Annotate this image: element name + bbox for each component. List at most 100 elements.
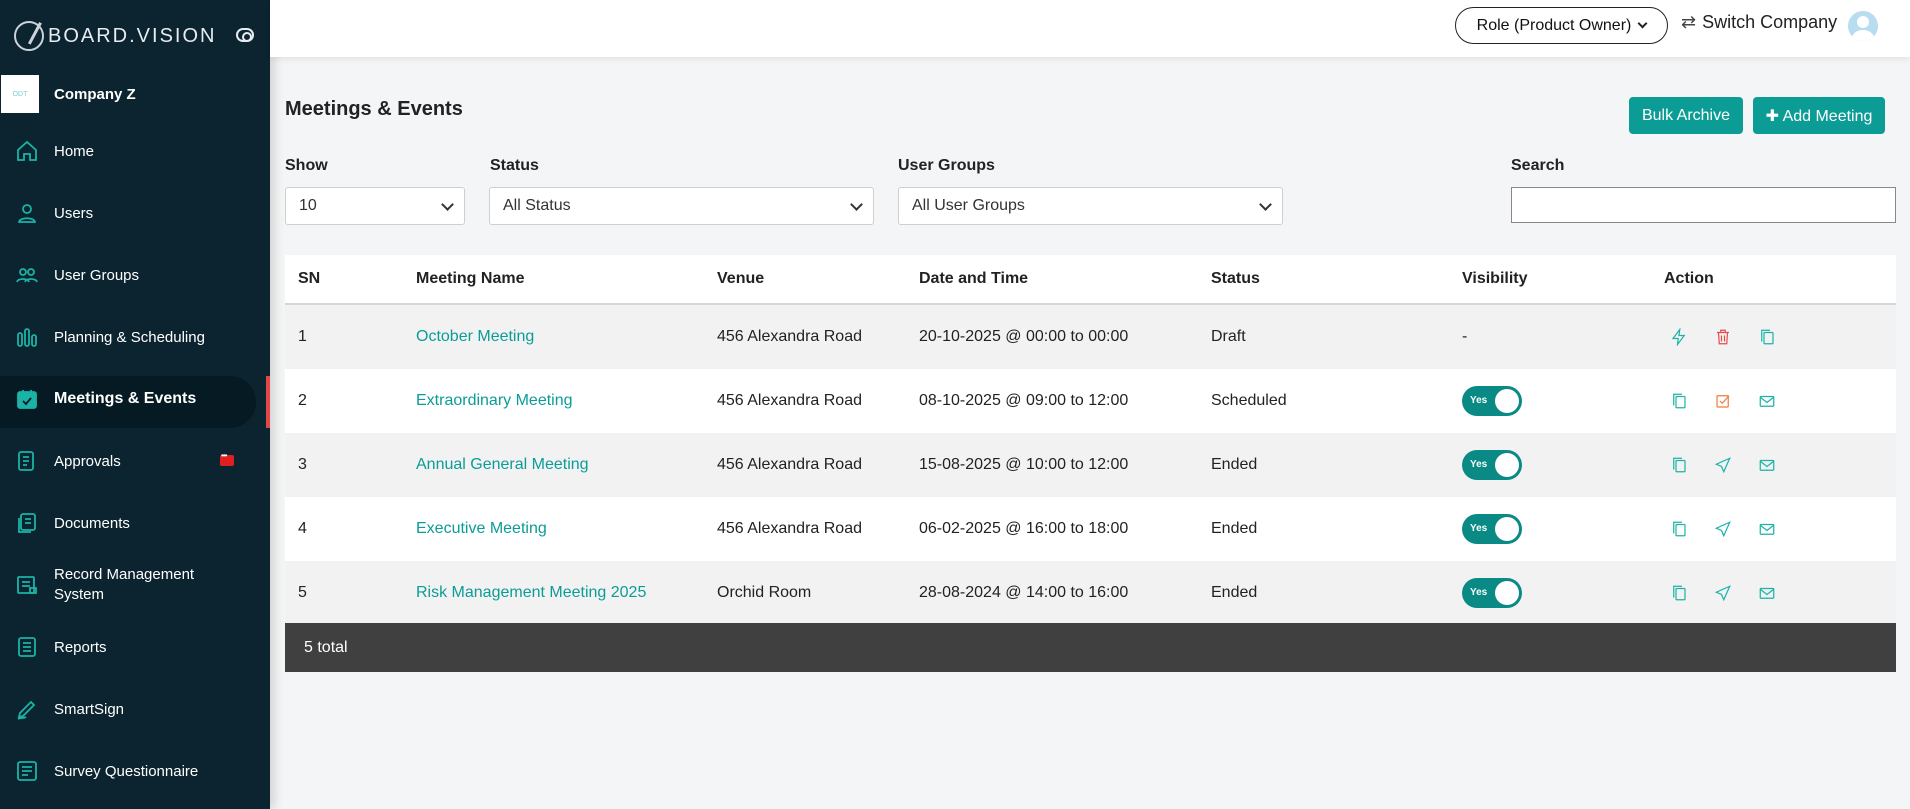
sidebar-item-label: Users: [54, 204, 94, 222]
header-venue[interactable]: Venue: [717, 270, 919, 288]
switch-company-button[interactable]: ⇄ Switch Company: [1681, 12, 1837, 33]
sidebar-item-label: Survey Questionnaire: [54, 762, 199, 780]
status-label: Status: [490, 157, 539, 174]
cell-status: Draft: [1211, 328, 1246, 345]
cell-visibility: -: [1462, 328, 1468, 345]
copy-icon[interactable]: [1668, 518, 1690, 540]
cell-venue: 456 Alexandra Road: [717, 520, 862, 537]
meeting-link[interactable]: Executive Meeting: [416, 520, 717, 538]
header-date[interactable]: Date and Time: [919, 270, 1211, 288]
documents-icon: [14, 510, 40, 536]
cell-visibility: Yes: [1462, 386, 1664, 416]
company-switch[interactable]: ODT Company Z: [0, 72, 270, 116]
mail-icon[interactable]: [1756, 518, 1778, 540]
meeting-link[interactable]: October Meeting: [416, 328, 717, 346]
add-meeting-button[interactable]: ✚ Add Meeting: [1753, 97, 1885, 134]
header-sn[interactable]: SN: [285, 270, 416, 288]
sidebar-item-home[interactable]: Home: [0, 120, 270, 182]
status-select[interactable]: All Status: [489, 187, 874, 225]
cell-status: Scheduled: [1211, 392, 1287, 409]
cell-venue: Orchid Room: [717, 584, 812, 601]
header-meeting-name[interactable]: Meeting Name: [416, 270, 717, 288]
sidebar-item-documents[interactable]: Documents: [0, 492, 270, 554]
reports-icon: [14, 634, 40, 660]
table-row: 4 Executive Meeting 456 Alexandra Road 0…: [285, 497, 1896, 561]
cell-sn: 3: [298, 456, 307, 473]
home-icon: [14, 138, 40, 164]
mail-icon[interactable]: [1756, 582, 1778, 604]
send-icon[interactable]: [1712, 518, 1734, 540]
page-title: Meetings & Events: [285, 98, 463, 120]
cell-status: Ended: [1211, 520, 1258, 537]
cell-sn: 1: [298, 328, 307, 345]
calendar-icon: [14, 386, 40, 412]
search-input[interactable]: [1511, 187, 1896, 223]
visibility-toggle[interactable]: Yes: [1462, 578, 1522, 608]
visibility-toggle[interactable]: Yes: [1462, 450, 1522, 480]
mail-icon[interactable]: [1756, 454, 1778, 476]
row-actions: [1664, 390, 1896, 412]
lightning-icon[interactable]: [1668, 326, 1690, 348]
table-footer-total: 5 total: [285, 623, 1896, 672]
copy-icon[interactable]: [1668, 582, 1690, 604]
sidebar-item-reports[interactable]: Reports: [0, 616, 270, 678]
cell-status: Ended: [1211, 584, 1258, 601]
header-action: Action: [1664, 270, 1714, 287]
cell-date: 15-08-2025 @ 10:00 to 12:00: [919, 456, 1129, 473]
chevron-down-icon: [1637, 18, 1648, 29]
sidebar-item-label: Home: [54, 142, 95, 160]
cell-visibility: Yes: [1462, 514, 1664, 544]
user-groups-select[interactable]: All User Groups: [898, 187, 1283, 225]
eye-toggle-icon[interactable]: [236, 28, 254, 42]
chevron-down-icon: [850, 198, 863, 211]
visibility-toggle[interactable]: Yes: [1462, 386, 1522, 416]
role-dropdown[interactable]: Role (Product Owner): [1455, 7, 1668, 44]
copy-icon[interactable]: [1756, 326, 1778, 348]
sidebar-item-planning[interactable]: Planning & Scheduling: [0, 306, 270, 368]
cell-date: 28-08-2024 @ 14:00 to 16:00: [919, 584, 1129, 601]
send-icon[interactable]: [1712, 454, 1734, 476]
meeting-link[interactable]: Extraordinary Meeting: [416, 392, 717, 410]
chevron-down-icon: [441, 198, 454, 211]
sidebar-item-meetings[interactable]: Meetings & Events: [0, 368, 270, 430]
sidebar-item-label: SmartSign: [54, 700, 125, 718]
row-actions: [1664, 582, 1896, 604]
row-actions: [1664, 518, 1896, 540]
row-actions: [1664, 454, 1896, 476]
toggle-label: Yes: [1470, 459, 1488, 470]
sidebar-item-users[interactable]: Users: [0, 182, 270, 244]
meeting-link[interactable]: Annual General Meeting: [416, 456, 717, 474]
company-logo: ODT: [0, 74, 40, 114]
header-visibility[interactable]: Visibility: [1462, 270, 1664, 288]
table-row: 5 Risk Management Meeting 2025 Orchid Ro…: [285, 561, 1896, 625]
toggle-label: Yes: [1470, 395, 1488, 406]
copy-icon[interactable]: [1668, 390, 1690, 412]
header-status[interactable]: Status: [1211, 270, 1462, 288]
mail-icon[interactable]: [1756, 390, 1778, 412]
row-actions: [1664, 326, 1896, 348]
meeting-link[interactable]: Risk Management Meeting 2025: [416, 584, 717, 602]
show-select[interactable]: 10: [285, 187, 465, 225]
table-row: 2 Extraordinary Meeting 456 Alexandra Ro…: [285, 369, 1896, 433]
bulk-archive-button[interactable]: Bulk Archive: [1629, 97, 1743, 134]
copy-icon[interactable]: [1668, 454, 1690, 476]
cell-status: Ended: [1211, 456, 1258, 473]
sidebar-item-survey[interactable]: Survey Questionnaire: [0, 740, 270, 802]
sidebar-item-label: Documents: [54, 514, 130, 532]
main-content: Meetings & Events Bulk Archive ✚ Add Mee…: [270, 57, 1910, 809]
send-icon[interactable]: [1712, 582, 1734, 604]
visibility-toggle[interactable]: Yes: [1462, 514, 1522, 544]
cell-date: 20-10-2025 @ 00:00 to 00:00: [919, 328, 1129, 345]
sidebar-item-label: Meetings & Events: [54, 390, 197, 407]
toggle-label: Yes: [1470, 523, 1488, 534]
trash-icon[interactable]: [1712, 326, 1734, 348]
user-groups-label: User Groups: [898, 157, 995, 174]
edit-checkbox-icon[interactable]: [1712, 390, 1734, 412]
avatar[interactable]: [1848, 11, 1878, 41]
sidebar-item-smartsign[interactable]: SmartSign: [0, 678, 270, 740]
cell-date: 06-02-2025 @ 16:00 to 18:00: [919, 520, 1129, 537]
company-name: Company Z: [54, 85, 136, 103]
sidebar-item-approvals[interactable]: Approvals: [0, 430, 270, 492]
sidebar-item-user-groups[interactable]: User Groups: [0, 244, 270, 306]
sidebar-item-records[interactable]: Record Management System: [0, 554, 270, 616]
